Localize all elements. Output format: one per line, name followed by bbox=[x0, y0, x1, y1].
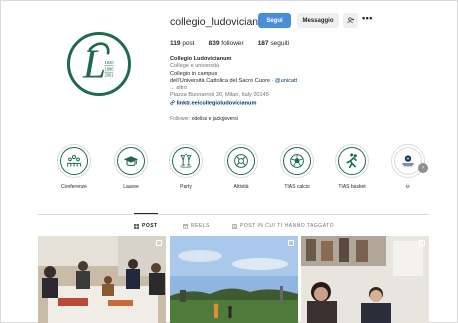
tab-reels-label: REELS bbox=[191, 223, 210, 229]
followers-prefix: Follower: bbox=[170, 116, 192, 122]
add-user-button[interactable] bbox=[343, 13, 358, 28]
follow-button[interactable]: Segui bbox=[258, 13, 291, 28]
highlight-conferenze[interactable]: Conferenze bbox=[54, 144, 94, 190]
tab-tagged[interactable]: POST IN CUI TI HANNO TAGGATO bbox=[232, 223, 334, 229]
carousel-icon bbox=[419, 240, 425, 246]
post-image bbox=[301, 236, 429, 323]
tab-active-indicator bbox=[134, 213, 158, 214]
highlight-label: Attività bbox=[233, 184, 249, 190]
festival-logo-icon bbox=[402, 155, 414, 167]
highlight-label: 💀 bbox=[404, 184, 412, 190]
highlight-ring bbox=[114, 144, 148, 178]
bio-more-link[interactable]: ... altro bbox=[170, 85, 370, 92]
tagged-icon bbox=[232, 223, 237, 229]
reels-icon bbox=[183, 223, 188, 229]
basketball-player-icon bbox=[346, 153, 357, 169]
highlight-ring bbox=[280, 144, 314, 178]
profile-stats: 119 post 839 follower 187 seguiti bbox=[170, 40, 289, 47]
highlight-inner bbox=[338, 147, 366, 175]
add-user-icon bbox=[346, 17, 354, 24]
highlight-attivita[interactable]: Attività bbox=[221, 144, 261, 190]
bio-address[interactable]: Piazza Buonarroti 30, Milan, Italy 20145 bbox=[170, 92, 370, 99]
following-label: seguiti bbox=[270, 40, 290, 47]
followers-count: 839 bbox=[208, 40, 220, 47]
tab-post-label: POST bbox=[142, 223, 158, 229]
bio-link-text: linktr.ee/collegioludovicianum bbox=[176, 100, 257, 107]
highlight-label: Conferenze bbox=[61, 184, 87, 190]
followers-names: odeliss e jackgoversi bbox=[191, 116, 238, 122]
bio-category: College e università bbox=[170, 63, 220, 70]
highlight-tias-calcio[interactable]: TIAS calcio bbox=[277, 144, 317, 190]
tab-reels[interactable]: REELS bbox=[183, 223, 210, 229]
grid-icon bbox=[134, 223, 139, 229]
tab-tagged-label: POST IN CUI TI HANNO TAGGATO bbox=[240, 223, 335, 229]
highlight-party[interactable]: Party bbox=[166, 144, 206, 190]
avatar-year-3: 2001 bbox=[104, 73, 114, 78]
highlight-label: TIAS basket bbox=[338, 184, 366, 190]
mutual-followers[interactable]: Follower: odeliss e jackgoversi bbox=[170, 116, 238, 122]
tabs-divider bbox=[38, 214, 429, 215]
collegio-logo-icon: L 1920 1990 2001 bbox=[82, 42, 114, 88]
bio-external-link[interactable]: linktr.ee/collegioludovicianum bbox=[170, 100, 370, 108]
bio-line-1: Collegio in campus bbox=[170, 70, 218, 77]
bio-name: Collegio Ludovicianum bbox=[170, 56, 232, 62]
graduation-cap-icon bbox=[123, 156, 139, 166]
carousel-icon bbox=[288, 240, 294, 246]
activities-icon bbox=[234, 154, 248, 168]
following-count: 187 bbox=[257, 40, 269, 47]
post-thumbnail-conference[interactable] bbox=[38, 236, 166, 323]
soccer-ball-icon bbox=[290, 154, 304, 168]
party-icon bbox=[180, 153, 192, 168]
posts-count: 119 bbox=[170, 40, 181, 47]
post-image bbox=[170, 236, 298, 323]
bio-line-2: dell'Università Cattolica del Sacro Cuor… bbox=[170, 78, 370, 85]
link-icon bbox=[170, 100, 175, 105]
highlight-inner bbox=[283, 147, 311, 175]
profile-bio: Collegio Ludovicianum College e universi… bbox=[170, 56, 370, 108]
more-icon: ••• bbox=[362, 13, 373, 23]
highlight-ring bbox=[391, 144, 425, 178]
followers-stat[interactable]: 839 follower bbox=[209, 40, 244, 47]
bio-line-2-text: dell'Università Cattolica del Sacro Cuor… bbox=[170, 77, 275, 84]
avatar-year-1: 1920 bbox=[104, 60, 114, 65]
following-stat[interactable]: 187 seguiti bbox=[258, 40, 289, 47]
more-options-button[interactable]: ••• bbox=[362, 13, 373, 23]
highlight-ring bbox=[57, 144, 91, 178]
highlight-inner bbox=[227, 147, 255, 175]
highlights-next-button[interactable]: › bbox=[418, 163, 428, 173]
highlight-inner bbox=[172, 147, 200, 175]
message-button[interactable]: Messaggio bbox=[297, 13, 339, 28]
highlight-ring bbox=[335, 144, 369, 178]
carousel-icon bbox=[156, 240, 162, 246]
profile-avatar[interactable]: L 1920 1990 2001 bbox=[67, 32, 131, 96]
followers-label: follower bbox=[221, 40, 244, 47]
avatar-year-2: 1990 bbox=[104, 66, 114, 71]
tab-post[interactable]: POST bbox=[134, 223, 158, 229]
highlight-ring bbox=[169, 144, 203, 178]
people-icon bbox=[67, 154, 81, 167]
post-thumbnail-football[interactable] bbox=[170, 236, 298, 323]
highlight-label: Lauree bbox=[123, 184, 139, 190]
highlight-ring bbox=[224, 144, 258, 178]
posts-stat[interactable]: 119 post bbox=[170, 40, 195, 47]
highlight-inner bbox=[117, 147, 145, 175]
highlight-label: TIAS calcio bbox=[284, 184, 310, 190]
highlight-lauree[interactable]: Lauree bbox=[111, 144, 151, 190]
svg-text:L: L bbox=[82, 42, 106, 88]
post-image bbox=[38, 236, 166, 323]
posts-label: post bbox=[182, 40, 195, 47]
highlight-inner bbox=[60, 147, 88, 175]
chevron-right-icon: › bbox=[422, 165, 424, 171]
unicatt-mention-link[interactable]: @unicatt bbox=[275, 78, 297, 84]
highlight-label: Party bbox=[180, 184, 192, 190]
highlight-tias-basket[interactable]: TIAS basket bbox=[332, 144, 372, 190]
highlight-inner bbox=[394, 147, 422, 175]
post-thumbnail-event[interactable] bbox=[301, 236, 429, 323]
